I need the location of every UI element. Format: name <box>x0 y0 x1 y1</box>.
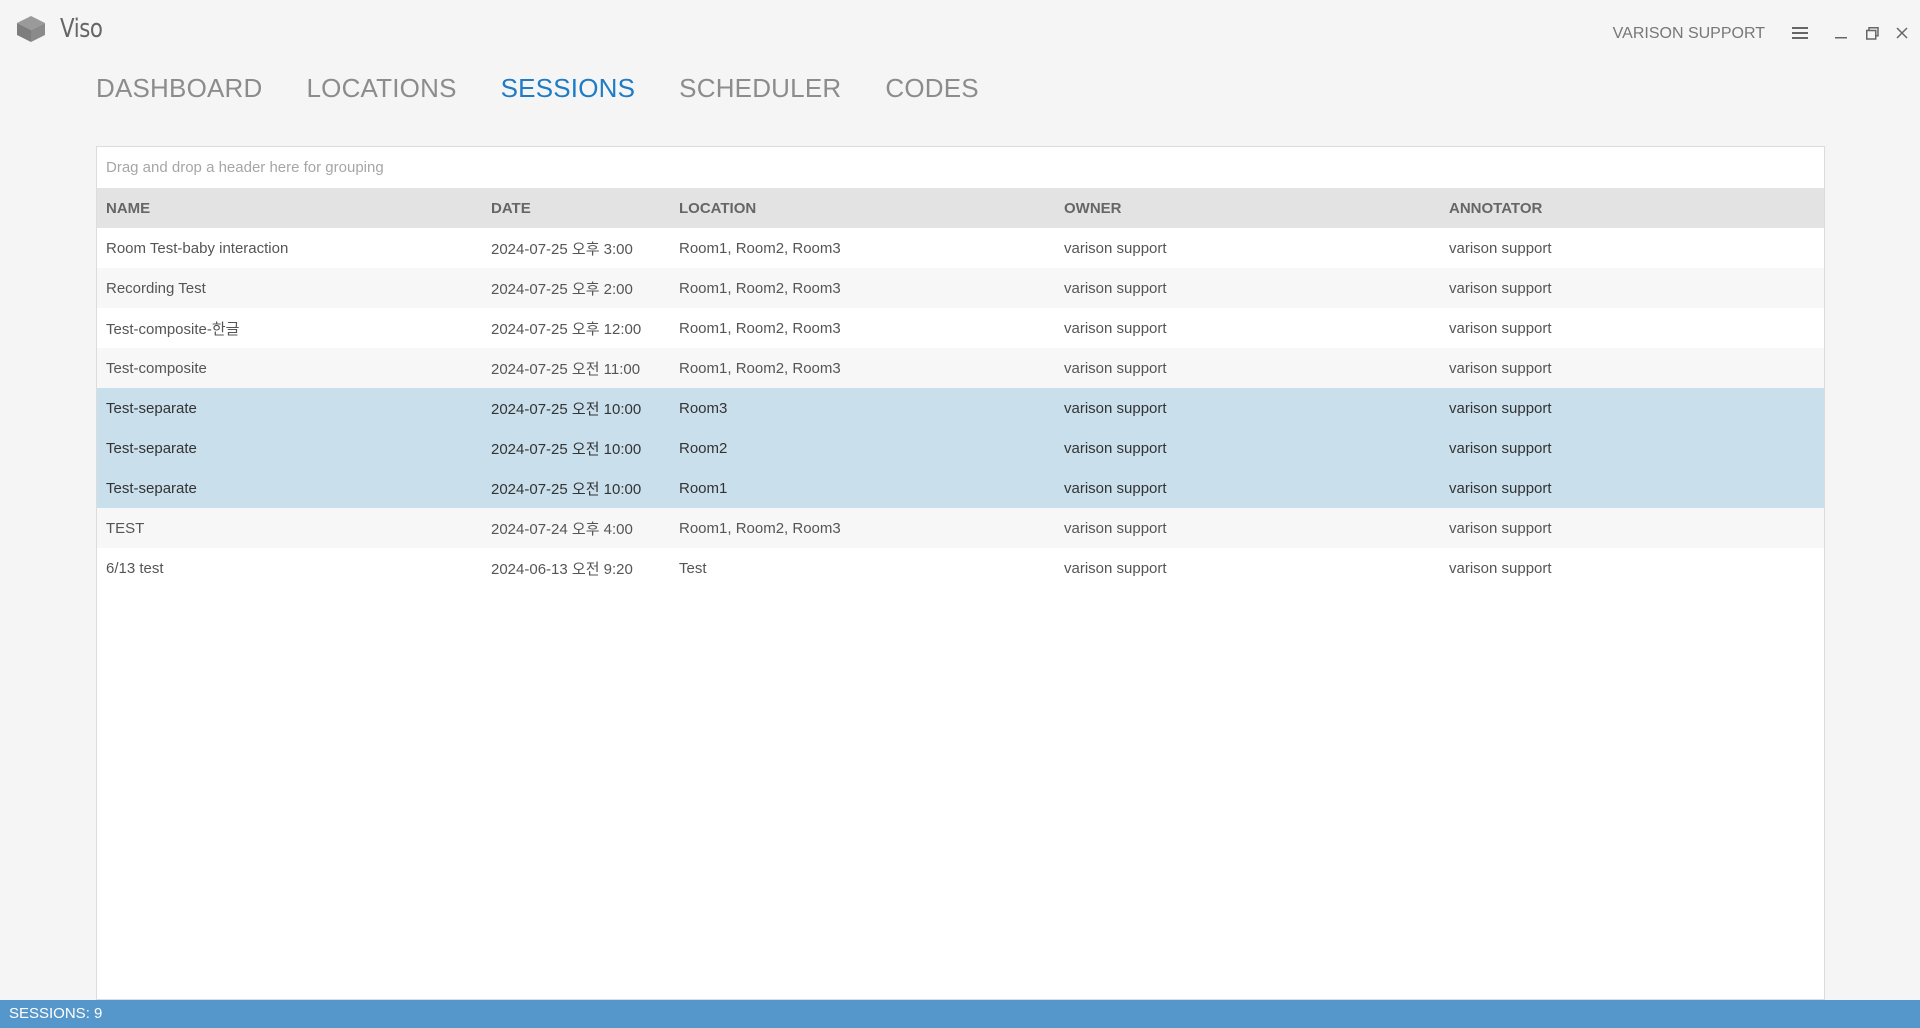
cell-date: 2024-06-13 오전 9:20 <box>491 560 633 578</box>
cell-name: Room Test-baby interaction <box>106 239 289 257</box>
tab-codes[interactable]: CODES <box>885 68 978 112</box>
tab-sessions[interactable]: SESSIONS <box>501 68 636 112</box>
session-count: SESSIONS: 9 <box>9 1005 103 1022</box>
cell-annotator: varison support <box>1449 399 1552 417</box>
column-header-date[interactable]: DATE <box>482 200 670 217</box>
cell-location: Room1 <box>679 479 728 497</box>
cell-owner: varison support <box>1064 359 1167 377</box>
tab-scheduler[interactable]: SCHEDULER <box>679 68 841 112</box>
table-row[interactable]: Test-separate 2024-07-25 오전 10:00 Room3 … <box>97 388 1824 428</box>
cell-location: Room1, Room2, Room3 <box>679 359 841 377</box>
table-row[interactable]: Test-composite-한글 2024-07-25 오후 12:00 Ro… <box>97 308 1824 348</box>
cell-name: TEST <box>106 519 145 537</box>
cell-location: Room1, Room2, Room3 <box>679 319 841 337</box>
table-row[interactable]: Test-composite 2024-07-25 오전 11:00 Room1… <box>97 348 1824 388</box>
cell-name: Recording Test <box>106 279 206 297</box>
grid-header: NAME DATE LOCATION OWNER ANNOTATOR <box>97 188 1824 228</box>
cell-location: Room2 <box>679 439 728 457</box>
cell-name: Test-composite <box>106 359 207 377</box>
cell-date: 2024-07-24 오후 4:00 <box>491 520 633 538</box>
column-header-owner[interactable]: OWNER <box>1055 200 1440 217</box>
cell-location: Room1, Room2, Room3 <box>679 519 841 537</box>
cell-location: Room1, Room2, Room3 <box>679 279 841 297</box>
cell-owner: varison support <box>1064 439 1167 457</box>
cell-annotator: varison support <box>1449 479 1552 497</box>
cell-annotator: varison support <box>1449 439 1552 457</box>
cell-location: Room3 <box>679 399 728 417</box>
cell-annotator: varison support <box>1449 559 1552 577</box>
group-panel[interactable]: Drag and drop a header here for grouping <box>97 147 1824 188</box>
cell-date: 2024-07-25 오후 2:00 <box>491 280 633 298</box>
restore-icon[interactable] <box>1861 22 1883 44</box>
cell-date: 2024-07-25 오전 10:00 <box>491 480 642 498</box>
table-row[interactable]: 6/13 test 2024-06-13 오전 9:20 Test variso… <box>97 548 1824 588</box>
table-row[interactable]: TEST 2024-07-24 오후 4:00 Room1, Room2, Ro… <box>97 508 1824 548</box>
minimize-icon[interactable] <box>1830 22 1852 44</box>
cell-name: Test-separate <box>106 479 197 497</box>
table-row[interactable]: Room Test-baby interaction 2024-07-25 오후… <box>97 228 1824 268</box>
cell-date: 2024-07-25 오전 10:00 <box>491 440 642 458</box>
status-bar: SESSIONS: 9 <box>0 1000 1920 1028</box>
cell-location: Test <box>679 559 707 577</box>
cell-date: 2024-07-25 오후 12:00 <box>491 320 642 338</box>
sessions-grid: Drag and drop a header here for grouping… <box>96 146 1825 1000</box>
cell-annotator: varison support <box>1449 359 1552 377</box>
cell-owner: varison support <box>1064 559 1167 577</box>
cell-name: Test-separate <box>106 399 197 417</box>
cell-annotator: varison support <box>1449 519 1552 537</box>
cell-annotator: varison support <box>1449 319 1552 337</box>
user-name[interactable]: VARISON SUPPORT <box>1613 25 1765 43</box>
cell-date: 2024-07-25 오후 3:00 <box>491 240 633 258</box>
tab-locations[interactable]: LOCATIONS <box>307 68 457 112</box>
app-name: Viso <box>60 14 103 44</box>
cell-date: 2024-07-25 오전 11:00 <box>491 360 641 378</box>
cell-name: Test-separate <box>106 439 197 457</box>
column-header-location[interactable]: LOCATION <box>670 200 1055 217</box>
cell-name: 6/13 test <box>106 559 164 577</box>
title-bar: Viso VARISON SUPPORT <box>0 0 1920 60</box>
cell-name: Test-composite-한글 <box>106 320 240 338</box>
table-row[interactable]: Test-separate 2024-07-25 오전 10:00 Room2 … <box>97 428 1824 468</box>
cell-annotator: varison support <box>1449 239 1552 257</box>
column-header-annotator[interactable]: ANNOTATOR <box>1440 200 1824 217</box>
hamburger-menu-icon[interactable] <box>1789 22 1811 44</box>
main-nav: DASHBOARD LOCATIONS SESSIONS SCHEDULER C… <box>96 68 1023 112</box>
cell-annotator: varison support <box>1449 279 1552 297</box>
cell-owner: varison support <box>1064 479 1167 497</box>
column-header-name[interactable]: NAME <box>97 200 482 217</box>
cube-icon <box>17 16 45 42</box>
table-row[interactable]: Test-separate 2024-07-25 오전 10:00 Room1 … <box>97 468 1824 508</box>
cell-location: Room1, Room2, Room3 <box>679 239 841 257</box>
close-icon[interactable] <box>1891 22 1913 44</box>
cell-owner: varison support <box>1064 399 1167 417</box>
cell-date: 2024-07-25 오전 10:00 <box>491 400 642 418</box>
cell-owner: varison support <box>1064 239 1167 257</box>
cell-owner: varison support <box>1064 279 1167 297</box>
cell-owner: varison support <box>1064 519 1167 537</box>
cell-owner: varison support <box>1064 319 1167 337</box>
table-row[interactable]: Recording Test 2024-07-25 오후 2:00 Room1,… <box>97 268 1824 308</box>
tab-dashboard[interactable]: DASHBOARD <box>96 68 263 112</box>
